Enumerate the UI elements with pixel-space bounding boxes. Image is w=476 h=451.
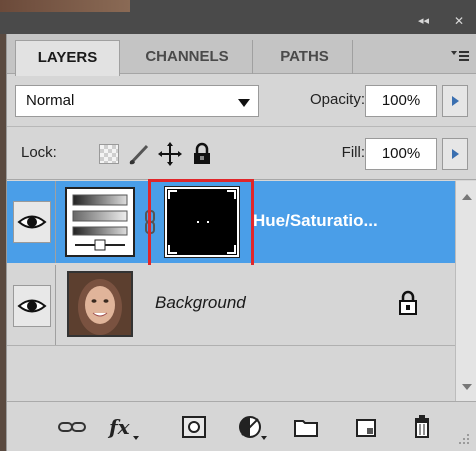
lock-position-icon[interactable] [157, 141, 183, 167]
adjustment-layer-thumbnail[interactable] [65, 187, 135, 257]
panel-tabs: LAYERS CHANNELS PATHS [7, 34, 476, 76]
add-mask-icon[interactable] [179, 412, 209, 442]
chevron-down-icon[interactable] [237, 95, 251, 107]
divider [55, 265, 56, 345]
layers-list: Hue/Saturatio... Background [7, 179, 455, 401]
layer-row-hue-saturation[interactable]: Hue/Saturatio... [7, 179, 455, 279]
lock-label: Lock: [21, 144, 57, 161]
tab-paths[interactable]: PATHS [257, 40, 353, 74]
eye-icon [17, 215, 47, 229]
opacity-input[interactable]: 100% [365, 85, 437, 117]
blend-row: Normal Opacity: 100% [7, 75, 476, 125]
mask-highlight-box [148, 179, 254, 279]
trash-icon[interactable] [407, 412, 437, 442]
svg-text:fx: fx [107, 415, 131, 439]
fill-label: Fill: [341, 144, 365, 161]
blend-mode-select[interactable]: Normal [15, 85, 259, 117]
collapse-panel-icon[interactable]: ◂◂ [418, 14, 448, 30]
new-layer-icon[interactable] [351, 412, 381, 442]
panel-menu-icon[interactable] [449, 48, 471, 64]
eye-icon [17, 299, 47, 313]
folder-icon[interactable] [291, 412, 321, 442]
divider [55, 181, 56, 263]
tab-layers[interactable]: LAYERS [15, 40, 120, 76]
lock-transparent-pixels-icon[interactable] [99, 144, 119, 164]
layers-toolbar: fx [7, 401, 476, 451]
layer-visibility-toggle[interactable] [13, 201, 51, 243]
fill-slider-button[interactable] [442, 138, 468, 170]
layers-panel: LAYERS CHANNELS PATHS Normal Opacity: 10… [6, 34, 476, 451]
lock-row: Lock: Fill: 100% [7, 126, 476, 180]
lock-all-icon[interactable] [189, 141, 215, 167]
layer-row-background[interactable]: Background [7, 265, 455, 346]
adjustment-icon[interactable] [235, 412, 267, 442]
resize-grip-icon[interactable] [455, 430, 471, 446]
opacity-label: Opacity: [309, 91, 365, 108]
link-icon[interactable] [57, 412, 87, 442]
scroll-down-icon[interactable] [460, 379, 474, 390]
background-layer-thumbnail[interactable] [67, 271, 133, 337]
layer-name[interactable]: Hue/Saturatio... [253, 211, 443, 235]
fill-input[interactable]: 100% [365, 138, 437, 170]
opacity-slider-button[interactable] [442, 85, 468, 117]
panel-title-bar: ◂◂ ✕ [0, 0, 476, 34]
fx-icon[interactable]: fx [107, 412, 139, 442]
layer-name[interactable]: Background [155, 293, 315, 315]
close-icon[interactable]: ✕ [454, 14, 470, 30]
lock-icon [397, 289, 419, 317]
layers-scrollbar[interactable] [455, 181, 476, 401]
scroll-up-icon[interactable] [460, 189, 474, 200]
lock-image-pixels-icon[interactable] [127, 141, 153, 167]
tab-channels[interactable]: CHANNELS [122, 40, 253, 74]
document-edge [0, 0, 130, 12]
layer-visibility-toggle[interactable] [13, 285, 51, 327]
